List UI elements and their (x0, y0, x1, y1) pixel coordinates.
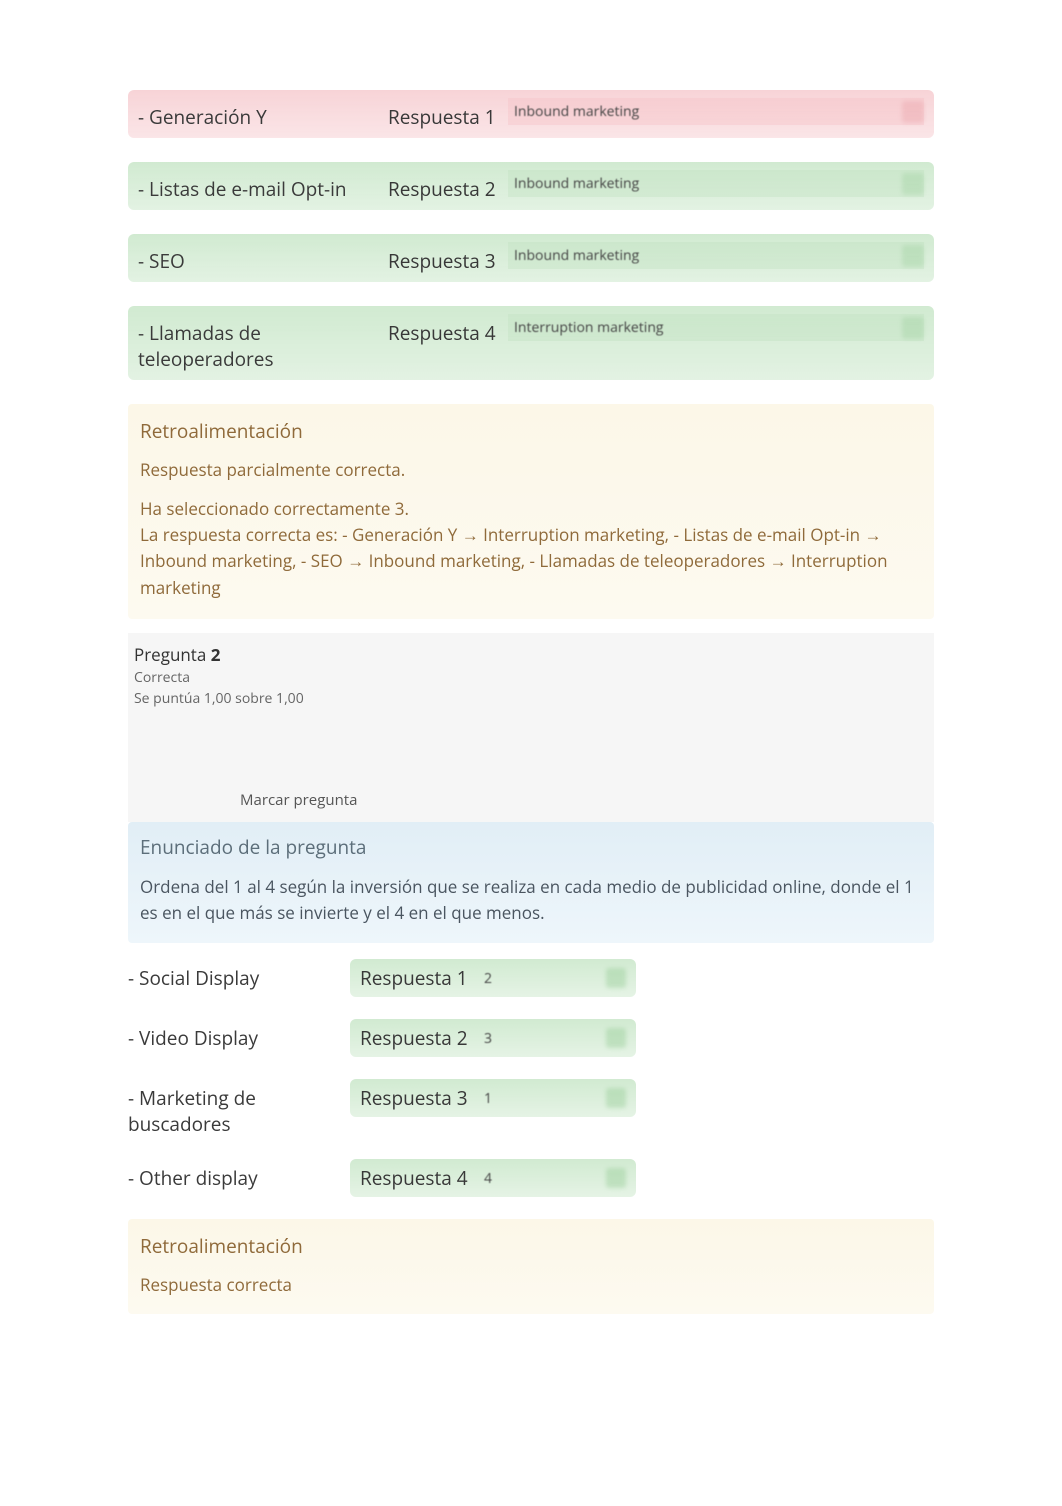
check-icon (606, 1028, 626, 1048)
answer-row: - SEO Respuesta 3 Inbound marketing (128, 234, 934, 282)
answer-select-value: 4 (480, 1169, 606, 1188)
answer-select-value: Inbound marketing (514, 242, 896, 269)
check-icon (606, 1088, 626, 1108)
check-icon (606, 1168, 626, 1188)
check-icon (902, 317, 924, 339)
answer-response-label: Respuesta 3 (388, 242, 508, 274)
answer-response-label: Respuesta 2 (388, 170, 508, 202)
answer-select[interactable]: 3 (480, 1028, 626, 1048)
feedback-title: Retroalimentación (140, 1233, 922, 1259)
check-icon (902, 245, 924, 267)
answer-row: - Marketing de buscadores Respuesta 3 1 (128, 1079, 934, 1137)
answer-response-wrap: Respuesta 4 4 (350, 1159, 636, 1197)
answer-row: - Social Display Respuesta 1 2 (128, 959, 934, 997)
answer-select[interactable]: Inbound marketing (508, 242, 924, 269)
answer-response-wrap: Respuesta 3 1 (350, 1079, 636, 1117)
feedback-box: Retroalimentación Respuesta correcta (128, 1219, 934, 1314)
question-number-value: 2 (211, 643, 221, 666)
answer-prompt: - Social Display (128, 959, 350, 991)
answer-select-value: 3 (480, 1029, 606, 1048)
feedback-correct-answer: La respuesta correcta es: - Generación Y… (140, 522, 922, 601)
answer-select[interactable]: Inbound marketing (508, 98, 924, 125)
question-flag-zone: Marcar pregunta (128, 714, 934, 822)
question-statement-box: Enunciado de la pregunta Ordena del 1 al… (128, 822, 934, 943)
cross-icon (902, 101, 924, 123)
answer-select-value: Inbound marketing (514, 98, 896, 125)
answer-response-label: Respuesta 2 (360, 1025, 480, 1051)
answer-row: - Video Display Respuesta 2 3 (128, 1019, 934, 1057)
answer-response-label: Respuesta 4 (360, 1165, 480, 1191)
question-label: Pregunta (134, 643, 206, 666)
answer-select[interactable]: Interruption marketing (508, 314, 924, 341)
feedback-status: Respuesta parcialmente correcta. (140, 458, 922, 481)
answer-select-value: 2 (480, 969, 606, 988)
answer-response-label: Respuesta 1 (360, 965, 480, 991)
check-icon (902, 173, 924, 195)
check-icon (606, 968, 626, 988)
answer-response-label: Respuesta 3 (360, 1085, 480, 1111)
question-status: Correcta (134, 668, 928, 687)
answer-response-wrap: Respuesta 2 3 (350, 1019, 636, 1057)
answer-prompt: - Other display (128, 1159, 350, 1191)
feedback-status: Respuesta correcta (140, 1273, 922, 1296)
answer-row: - Llamadas de teleoperadores Respuesta 4… (128, 306, 934, 380)
flag-question-link[interactable]: Marcar pregunta (240, 790, 357, 810)
question-2-answers: - Social Display Respuesta 1 2 - Video D… (128, 959, 934, 1197)
feedback-box: Retroalimentación Respuesta parcialmente… (128, 404, 934, 619)
answer-response-label: Respuesta 4 (388, 314, 508, 346)
answer-prompt: - Llamadas de teleoperadores (138, 314, 388, 372)
feedback-selected-count: Ha seleccionado correctamente 3. (140, 497, 922, 520)
question-number: Pregunta 2 (134, 643, 928, 666)
question-1-answers: - Generación Y Respuesta 1 Inbound marke… (128, 90, 934, 380)
answer-prompt: - SEO (138, 242, 388, 274)
answer-prompt: - Listas de e-mail Opt-in (138, 170, 388, 202)
question-statement-title: Enunciado de la pregunta (140, 834, 922, 860)
answer-select-value: Interruption marketing (514, 314, 896, 341)
answer-select-value: Inbound marketing (514, 170, 896, 197)
answer-select[interactable]: 4 (480, 1168, 626, 1188)
answer-prompt: - Marketing de buscadores (128, 1079, 350, 1137)
answer-response-label: Respuesta 1 (388, 98, 508, 130)
question-2-header: Pregunta 2 Correcta Se puntúa 1,00 sobre… (128, 633, 934, 714)
answer-select[interactable]: 2 (480, 968, 626, 988)
question-statement-text: Ordena del 1 al 4 según la inversión que… (140, 874, 922, 925)
answer-row: - Listas de e-mail Opt-in Respuesta 2 In… (128, 162, 934, 210)
question-score: Se puntúa 1,00 sobre 1,00 (134, 689, 928, 708)
answer-select[interactable]: 1 (480, 1088, 626, 1108)
answer-response-wrap: Respuesta 1 2 (350, 959, 636, 997)
feedback-title: Retroalimentación (140, 418, 922, 444)
answer-select-value: 1 (480, 1089, 606, 1108)
answer-row: - Generación Y Respuesta 1 Inbound marke… (128, 90, 934, 138)
answer-prompt: - Generación Y (138, 98, 388, 130)
answer-select[interactable]: Inbound marketing (508, 170, 924, 197)
answer-row: - Other display Respuesta 4 4 (128, 1159, 934, 1197)
answer-prompt: - Video Display (128, 1019, 350, 1051)
